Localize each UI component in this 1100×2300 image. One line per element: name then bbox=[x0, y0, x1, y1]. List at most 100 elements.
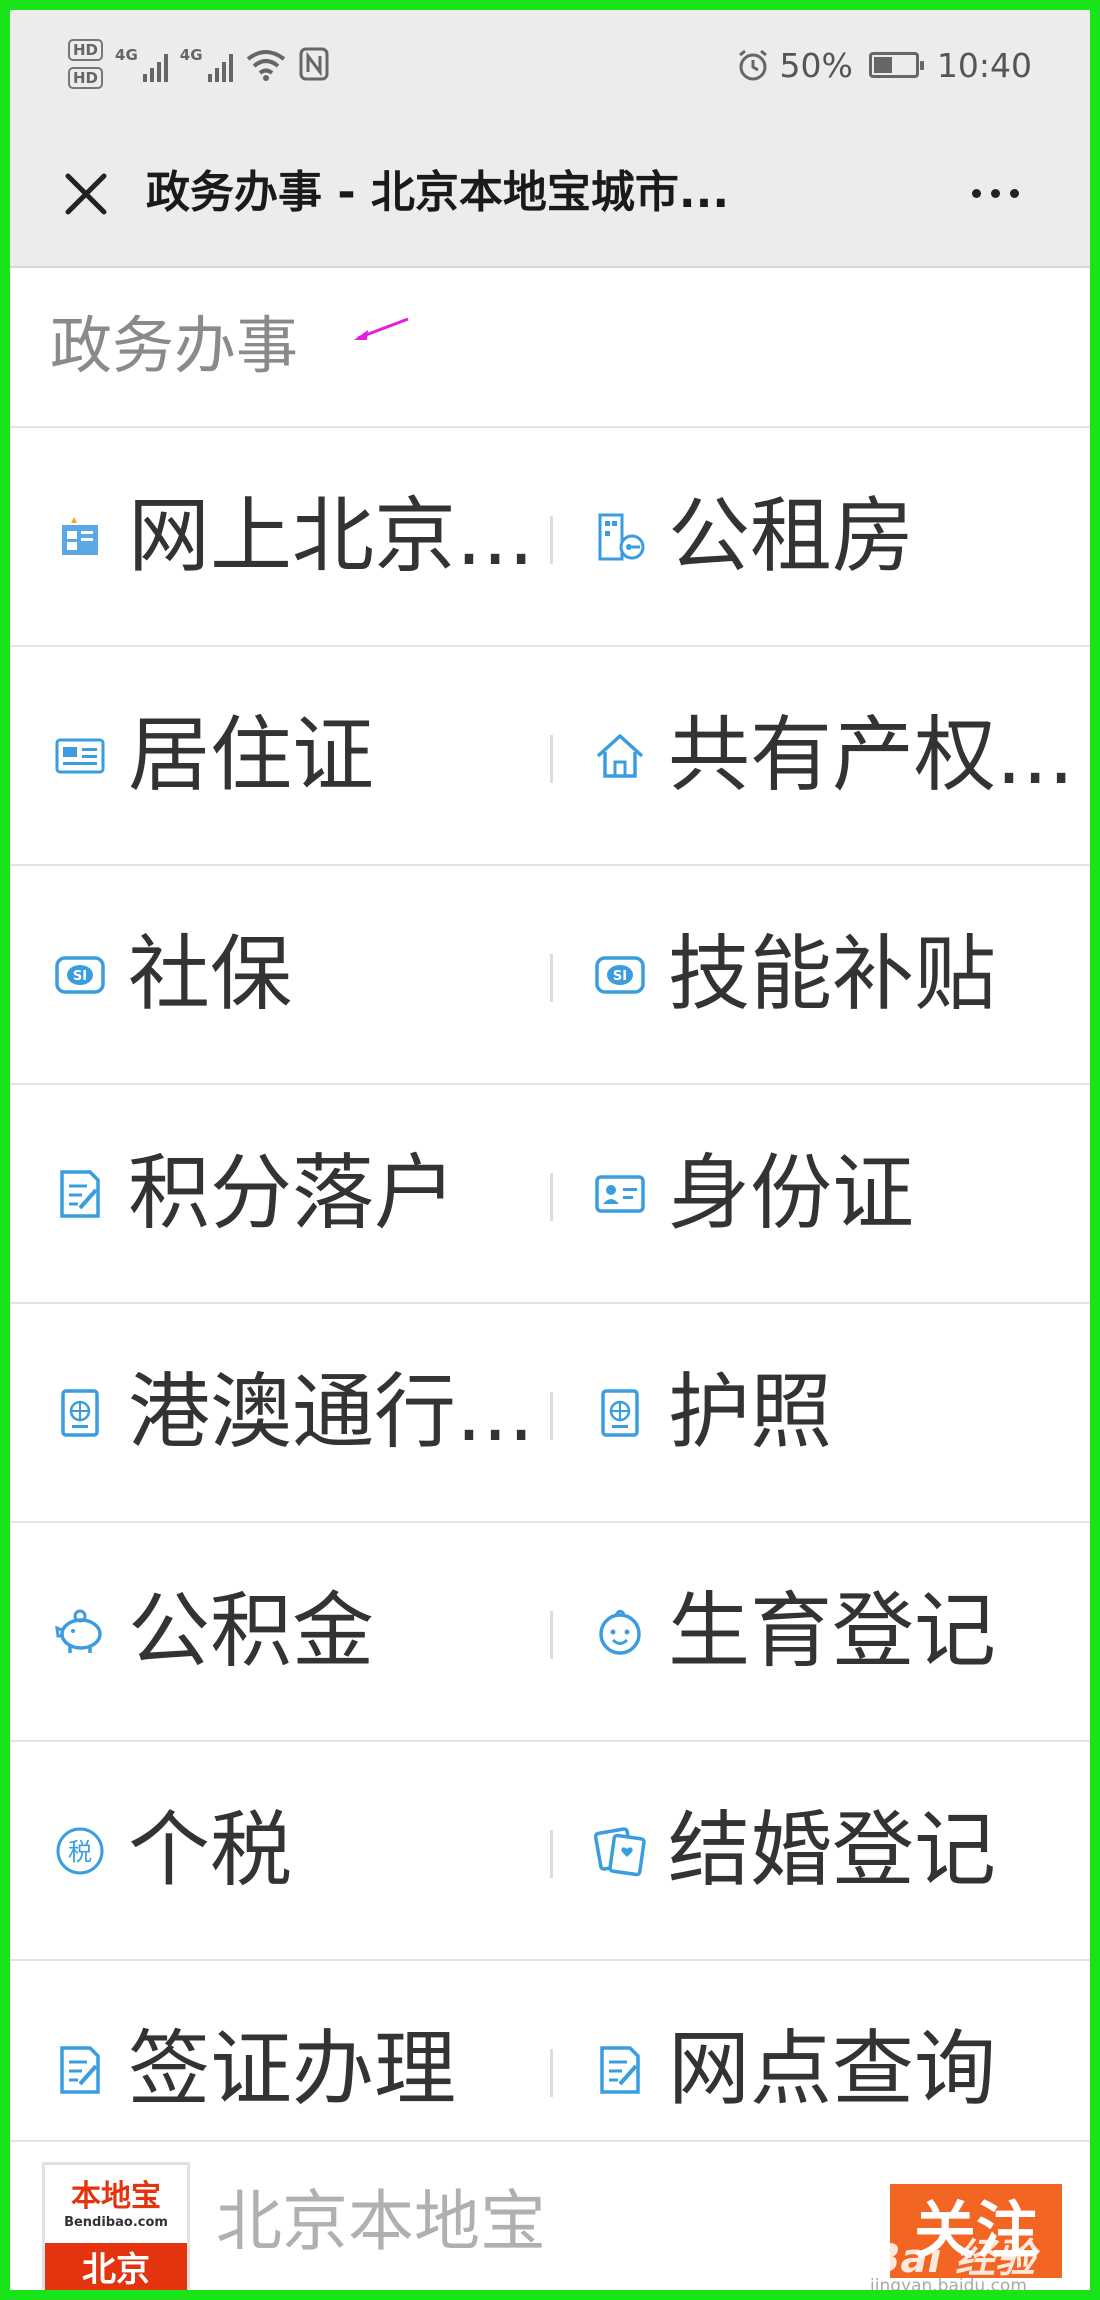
hd-indicators: HD HD bbox=[68, 39, 104, 89]
residence-card-icon bbox=[54, 730, 106, 782]
service-item[interactable]: 网上北京... bbox=[54, 428, 554, 645]
battery-percent: 50% bbox=[779, 45, 853, 85]
page-title: 政务办事 - 北京本地宝城市... bbox=[146, 167, 730, 218]
wifi-icon bbox=[246, 50, 285, 81]
piggy-bank-icon bbox=[54, 1606, 106, 1658]
more-dot-icon bbox=[990, 188, 1000, 198]
service-row: 税 个税 结婚登记 bbox=[10, 1742, 1090, 1961]
logo-domain: Bendibao.com bbox=[64, 2215, 168, 2230]
service-label: 港澳通行... bbox=[128, 1364, 535, 1460]
building-card-icon bbox=[54, 511, 106, 563]
close-button[interactable] bbox=[44, 152, 128, 236]
id-card-icon bbox=[594, 1168, 646, 1220]
service-row: 居住证 共有产权... bbox=[10, 647, 1090, 866]
service-label: 个税 bbox=[128, 1802, 293, 1898]
section-title: 政务办事 bbox=[50, 309, 299, 382]
service-row: 积分落户 身份证 bbox=[10, 1085, 1090, 1304]
svg-text:SI: SI bbox=[613, 969, 627, 984]
social-security-icon: SI bbox=[594, 949, 646, 1001]
service-label: 身份证 bbox=[668, 1145, 915, 1241]
network-type-1: 4G bbox=[115, 46, 138, 64]
service-label: 签证办理 bbox=[128, 2021, 457, 2117]
house-icon bbox=[594, 730, 646, 782]
more-menu-button[interactable] bbox=[950, 158, 1040, 228]
service-label: 公租房 bbox=[668, 488, 915, 584]
service-label: 社保 bbox=[128, 926, 293, 1022]
logo-city: 北京 bbox=[45, 2243, 187, 2290]
service-item[interactable]: 居住证 bbox=[54, 647, 554, 864]
service-item[interactable]: 结婚登记 bbox=[593, 1742, 1080, 1959]
service-row: 公积金 生育登记 bbox=[10, 1523, 1090, 1742]
status-bar-right: 50% 10:40 bbox=[736, 40, 1032, 90]
document-edit-icon bbox=[594, 2044, 646, 2096]
column-divider bbox=[550, 1392, 553, 1440]
more-dot-icon bbox=[1009, 188, 1019, 198]
service-label: 网点查询 bbox=[668, 2021, 997, 2117]
close-icon bbox=[65, 173, 107, 215]
svg-text:SI: SI bbox=[73, 969, 87, 984]
screenshot-frame: HD HD 4G 4G 50% 10:40 政务办事 - 北京本地宝城市... … bbox=[0, 0, 1100, 2300]
nfc-icon bbox=[299, 47, 329, 81]
column-divider bbox=[550, 954, 553, 1002]
service-label: 共有产权... bbox=[668, 707, 1075, 803]
status-bar: HD HD 4G 4G 50% 10:40 bbox=[10, 10, 1090, 122]
alarm-icon bbox=[738, 49, 767, 81]
service-label: 网上北京... bbox=[128, 488, 535, 584]
service-item[interactable]: 公租房 bbox=[594, 428, 1080, 645]
service-grid: 网上北京... 公租房居住证 共有产权... SI 社保 SI 技能补贴积分落户 身份证港澳通… bbox=[10, 428, 1090, 2180]
house-key-icon bbox=[594, 511, 646, 563]
service-label: 居住证 bbox=[128, 707, 375, 803]
service-label: 护照 bbox=[668, 1364, 833, 1460]
service-label: 生育登记 bbox=[668, 1583, 997, 1679]
service-item[interactable]: SI 社保 bbox=[54, 866, 554, 1083]
service-row: 港澳通行... 护照 bbox=[10, 1304, 1090, 1523]
status-bar-left: HD HD 4G 4G bbox=[68, 34, 329, 94]
service-item[interactable]: 身份证 bbox=[594, 1085, 1080, 1302]
column-divider bbox=[550, 2049, 553, 2097]
passport-icon bbox=[594, 1387, 646, 1439]
column-divider bbox=[550, 735, 553, 783]
service-label: 结婚登记 bbox=[668, 1802, 997, 1898]
account-name[interactable]: 北京本地宝 bbox=[216, 2182, 546, 2262]
nav-bar: 政务办事 - 北京本地宝城市... bbox=[10, 122, 1090, 268]
service-row: SI 社保 SI 技能补贴 bbox=[10, 866, 1090, 1085]
service-label: 积分落户 bbox=[128, 1145, 457, 1241]
svg-text:税: 税 bbox=[68, 1838, 92, 1866]
document-edit-icon bbox=[54, 1168, 106, 1220]
service-item[interactable]: 公积金 bbox=[54, 1523, 554, 1740]
signal-icon-1: 4G bbox=[115, 46, 168, 82]
service-item[interactable]: 共有产权... bbox=[594, 647, 1080, 864]
battery-fill bbox=[873, 57, 892, 73]
column-divider bbox=[550, 1173, 553, 1221]
baby-face-icon bbox=[594, 1606, 646, 1658]
service-item[interactable]: 港澳通行... bbox=[54, 1304, 554, 1521]
hd-badge-2: HD bbox=[68, 67, 104, 89]
service-label: 公积金 bbox=[128, 1583, 375, 1679]
column-divider bbox=[550, 1611, 553, 1659]
network-type-2: 4G bbox=[179, 46, 203, 64]
signal-icon-2: 4G bbox=[180, 46, 233, 82]
column-divider bbox=[550, 1830, 553, 1878]
section-header: 政务办事 bbox=[10, 268, 1090, 428]
passport-icon bbox=[54, 1387, 106, 1439]
battery-icon bbox=[868, 52, 924, 78]
watermark-url: jingyan.baidu.com bbox=[870, 2276, 1027, 2296]
marriage-certificate-icon bbox=[593, 1825, 646, 1877]
clock-time: 10:40 bbox=[936, 45, 1032, 85]
account-footer: 本地宝 Bendibao.com 北京 北京本地宝 关注 Bai 经验 jing… bbox=[10, 2140, 1090, 2296]
social-security-icon: SI bbox=[54, 949, 106, 1001]
service-label: 技能补贴 bbox=[668, 926, 997, 1022]
service-item[interactable]: 税 个税 bbox=[54, 1742, 554, 1959]
annotation-arrow-icon bbox=[354, 317, 409, 340]
service-item[interactable]: SI 技能补贴 bbox=[594, 866, 1080, 1083]
service-item[interactable]: 生育登记 bbox=[594, 1523, 1080, 1740]
logo-brand: 本地宝 bbox=[71, 2179, 161, 2214]
service-row: 网上北京... 公租房 bbox=[10, 428, 1090, 647]
hd-badge-1: HD bbox=[68, 39, 104, 61]
service-item[interactable]: 积分落户 bbox=[54, 1085, 554, 1302]
document-edit-icon bbox=[54, 2044, 106, 2096]
service-item[interactable]: 护照 bbox=[594, 1304, 1080, 1521]
column-divider bbox=[550, 516, 553, 564]
tax-icon: 税 bbox=[54, 1825, 106, 1877]
account-logo[interactable]: 本地宝 Bendibao.com 北京 bbox=[42, 2162, 190, 2290]
